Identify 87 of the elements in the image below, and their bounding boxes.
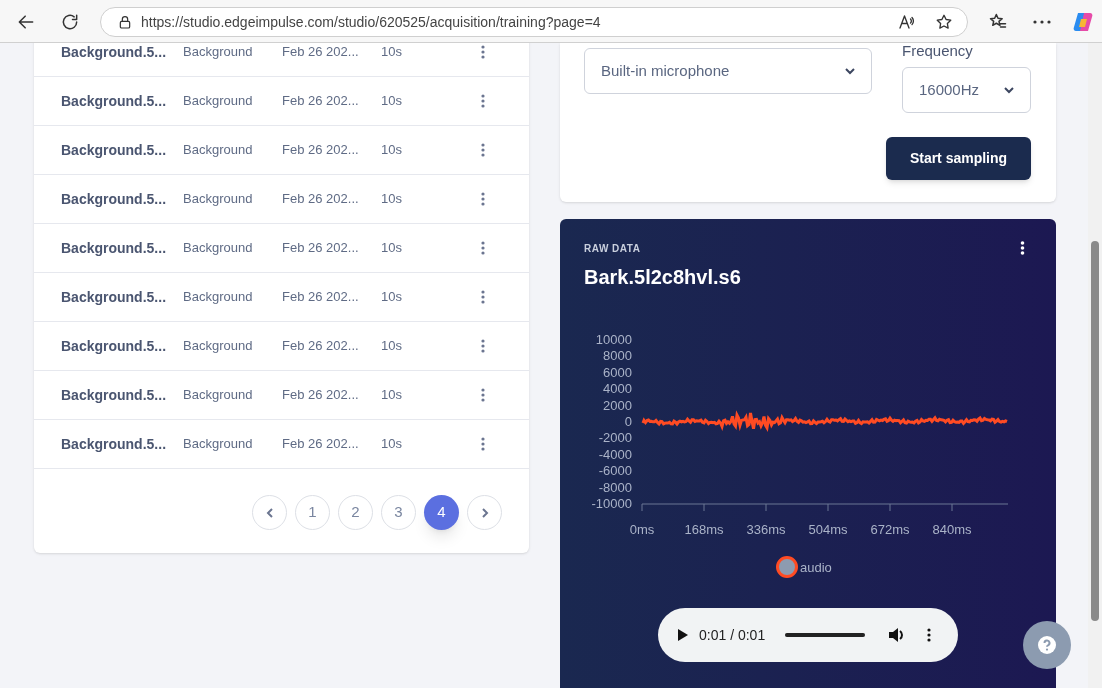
page-button[interactable]: 3 [381,495,416,530]
axis-label: -8000 [598,480,632,496]
axis-label: 504ms [808,522,848,538]
field-label: Frequency [902,43,973,61]
more-icon[interactable] [927,628,932,643]
sample-title: Bark.5l2c8hvl.s6 [584,265,741,291]
frequency-select[interactable]: 16000Hz [902,67,1031,113]
sample-length: 10s [381,239,403,258]
sample-label: Background [183,141,254,160]
address-bar[interactable]: https://studio.edgeimpulse.com/studio/620525/acquisition/training?page=4 [100,7,968,37]
star-icon[interactable] [935,13,953,31]
sample-name[interactable]: Background.5... [61,286,183,308]
device-select[interactable]: Built-in microphone [584,48,872,94]
more-icon[interactable] [1032,19,1052,25]
sample-length: 10s [381,386,403,405]
sample-label: Background [183,239,254,258]
axis-label: 4000 [603,381,632,397]
seek-bar[interactable] [785,633,866,638]
play-icon[interactable] [678,629,688,642]
sample-date: Feb 26 202... [282,337,360,356]
sample-name[interactable]: Background.5... [61,43,183,63]
time-display: 0:01 / 0:01 [699,626,766,645]
sample-name[interactable]: Background.5... [61,188,183,210]
axis-label: 2000 [603,398,632,414]
sample-label: Background [183,43,254,62]
refresh-icon[interactable] [60,12,80,32]
sample-label: Background [183,435,254,454]
chevron-down-icon [845,67,855,75]
sample-label: Background [183,337,254,356]
sample-date: Feb 26 202... [282,190,360,209]
scrollbar-thumb[interactable] [1091,241,1099,621]
section-label: RAW DATA [584,242,641,257]
sample-label: Background [183,386,254,405]
lock-icon[interactable] [117,14,133,30]
sample-label: Background [183,288,254,307]
page-button[interactable]: 4 [424,495,459,530]
copilot-icon[interactable] [1072,11,1094,33]
sample-date: Feb 26 202... [282,141,360,160]
sample-date: Feb 26 202... [282,435,360,454]
axis-label: 6000 [603,365,632,381]
sample-length: 10s [381,337,403,356]
start-sampling-button[interactable]: Start sampling [886,137,1031,180]
axis-label: -6000 [598,463,632,479]
sample-label: Background [183,92,254,111]
sample-label: Background [183,190,254,209]
sample-date: Feb 26 202... [282,43,360,62]
legend-marker[interactable] [776,556,798,579]
sample-name[interactable]: Background.5... [61,433,183,455]
sample-length: 10s [381,435,403,454]
help-icon [1038,636,1056,654]
sample-name[interactable]: Background.5... [61,139,183,161]
sample-name[interactable]: Background.5... [61,384,183,406]
axis-label: 0ms [629,522,655,538]
chevron-left-icon [265,507,274,518]
sample-length: 10s [381,190,403,209]
read-aloud-icon[interactable] [897,13,915,31]
axis-label: -10000 [591,496,632,512]
sample-length: 10s [381,43,403,62]
axis-label: 336ms [746,522,786,538]
sample-length: 10s [381,288,403,307]
axis-label: 8000 [603,348,632,364]
help-button[interactable] [1023,621,1071,669]
sample-date: Feb 26 202... [282,239,360,258]
axis-label: -4000 [598,447,632,463]
audio-player[interactable]: 0:01 / 0:01 [658,608,958,663]
axis-label: 10000 [595,332,632,348]
kebab-menu-icon[interactable] [1020,241,1025,256]
page-button[interactable]: 2 [338,495,373,530]
axis-label: -2000 [598,430,632,446]
sample-name[interactable]: Background.5... [61,237,183,259]
sample-date: Feb 26 202... [282,288,360,307]
sample-length: 10s [381,92,403,111]
axis-label: 840ms [932,522,972,538]
page-button[interactable]: 1 [295,495,330,530]
legend-label: audio [800,558,832,577]
url-text: https://studio.edgeimpulse.com/studio/620525/acquisition/training?page=4 [141,12,601,32]
axis-label: 0 [624,414,632,430]
chevron-down-icon [1004,86,1014,94]
sample-name[interactable]: Background.5... [61,335,183,357]
sample-date: Feb 26 202... [282,386,360,405]
axis-label: 672ms [870,522,910,538]
sample-date: Feb 26 202... [282,92,360,111]
sample-name[interactable]: Background.5... [61,90,183,112]
sample-length: 10s [381,141,403,160]
volume-icon[interactable] [889,628,906,643]
axis-label: 168ms [684,522,724,538]
chevron-right-icon [480,507,489,518]
